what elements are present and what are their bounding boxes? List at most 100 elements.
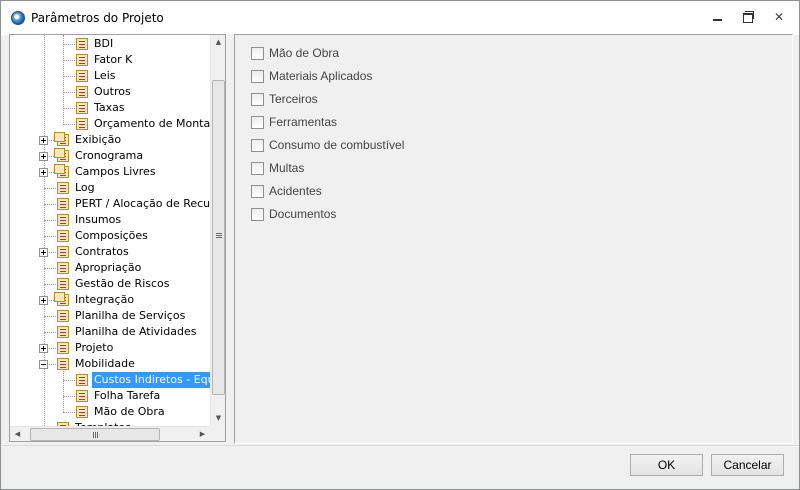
option-row[interactable]: Acidentes <box>251 184 322 200</box>
tree-item[interactable]: Orçamento de Montagem <box>10 116 210 132</box>
option-checkbox[interactable] <box>251 115 264 129</box>
tree-item-label: Fator K <box>94 53 133 66</box>
tree-item-label: Contratos <box>75 245 129 258</box>
option-row[interactable]: Documentos <box>251 207 336 223</box>
option-label: Multas <box>269 161 305 175</box>
tree-vertical-thumb[interactable] <box>212 80 225 395</box>
tree-item[interactable]: Leis <box>10 68 210 84</box>
tree-item-label: Apropriação <box>75 261 142 274</box>
tree-item-label: Taxas <box>94 101 125 114</box>
tree-item-label: Planilha de Serviços <box>75 309 186 322</box>
expand-icon[interactable] <box>39 248 48 257</box>
tree-item[interactable]: Taxas <box>10 100 210 116</box>
expand-icon[interactable] <box>39 168 48 177</box>
cancel-button[interactable]: Cancelar <box>711 454 784 476</box>
collapse-icon[interactable] <box>39 360 48 369</box>
tree-item[interactable]: Projeto <box>10 340 210 356</box>
document-icon <box>76 374 88 386</box>
tree-item[interactable]: Apropriação <box>10 260 210 276</box>
tree-item-label: Outros <box>94 85 131 98</box>
option-row[interactable]: Mão de Obra <box>251 46 339 62</box>
option-checkbox[interactable] <box>251 161 264 175</box>
document-icon <box>76 86 88 98</box>
expand-icon[interactable] <box>39 152 48 161</box>
tree-item-label: Custos Indiretos - Equipamentos <box>92 372 210 388</box>
document-icon <box>57 198 69 210</box>
maximize-icon[interactable] <box>738 9 758 25</box>
option-row[interactable]: Ferramentas <box>251 115 337 131</box>
tree-item-label: Integração <box>75 293 135 306</box>
scroll-up-icon[interactable]: ▲ <box>211 35 225 50</box>
document-icon <box>57 358 69 370</box>
close-icon[interactable]: ✕ <box>769 9 789 25</box>
option-checkbox[interactable] <box>251 69 264 83</box>
tree-item-label: Planilha de Atividades <box>75 325 197 338</box>
folder-icon <box>54 148 69 162</box>
tree-item[interactable]: Integração <box>10 292 210 308</box>
app-icon <box>11 11 25 25</box>
tree-item[interactable]: PERT / Alocação de Recursos <box>10 196 210 212</box>
tree-item[interactable]: Cronograma <box>10 148 210 164</box>
tree-item[interactable]: Log <box>10 180 210 196</box>
option-label: Materiais Aplicados <box>269 69 373 83</box>
tree-item[interactable]: Mão de Obra <box>10 404 210 420</box>
tree-horizontal-scrollbar[interactable]: ◀ ▶ <box>10 426 210 441</box>
tree-item-label: Leis <box>94 69 116 82</box>
footer-divider <box>2 445 799 446</box>
options-panel: Mão de Obra Materiais Aplicados Terceiros F… <box>234 34 793 444</box>
expand-icon[interactable] <box>39 296 48 305</box>
tree-item[interactable]: Custos Indiretos - Equipamentos <box>10 372 210 388</box>
expand-icon[interactable] <box>39 136 48 145</box>
tree-item-label: PERT / Alocação de Recursos <box>75 197 210 210</box>
tree-item[interactable]: Exibição <box>10 132 210 148</box>
option-checkbox[interactable] <box>251 184 264 198</box>
folder-icon <box>54 292 69 306</box>
document-icon <box>57 182 69 194</box>
folder-icon <box>54 164 69 178</box>
tree-item[interactable]: Insumos <box>10 212 210 228</box>
tree-item-label: Mão de Obra <box>94 405 165 418</box>
tree-item[interactable]: Planilha de Serviços <box>10 308 210 324</box>
tree-item[interactable]: Folha Tarefa <box>10 388 210 404</box>
document-icon <box>76 406 88 418</box>
folder-icon <box>54 132 69 146</box>
scroll-down-icon[interactable]: ▼ <box>211 411 225 426</box>
option-row[interactable]: Consumo de combustível <box>251 138 404 154</box>
scroll-right-icon[interactable]: ▶ <box>195 427 210 441</box>
tree-item[interactable]: Composições <box>10 228 210 244</box>
title-bar: Parâmetros do Projeto ✕ <box>1 1 799 35</box>
tree-horizontal-thumb[interactable] <box>30 428 160 441</box>
option-label: Mão de Obra <box>269 46 340 60</box>
document-icon <box>76 390 88 402</box>
tree-item-label: Cronograma <box>75 149 144 162</box>
expand-icon[interactable] <box>39 344 48 353</box>
scroll-left-icon[interactable]: ◀ <box>10 427 25 441</box>
option-checkbox[interactable] <box>251 92 264 106</box>
option-row[interactable]: Materiais Aplicados <box>251 69 372 85</box>
document-icon <box>76 70 88 82</box>
tree-item[interactable]: Mobilidade <box>10 356 210 372</box>
ok-button[interactable]: OK <box>630 454 703 476</box>
tree-item[interactable]: Gestão de Riscos <box>10 276 210 292</box>
tree-item[interactable]: Outros <box>10 84 210 100</box>
tree-vertical-scrollbar[interactable]: ▲ ▼ <box>210 35 225 426</box>
tree-item[interactable]: Contratos <box>10 244 210 260</box>
option-checkbox[interactable] <box>251 46 264 60</box>
tree-item-label: Gestão de Riscos <box>75 277 170 290</box>
tree-item-label: BDI <box>94 37 114 50</box>
option-row[interactable]: Multas <box>251 161 304 177</box>
tree-item[interactable]: Campos Livres <box>10 164 210 180</box>
settings-tree[interactable]: BDI Fator K Leis Outros Taxas Orçamento de Mo… <box>9 34 226 442</box>
tree-item-label: Insumos <box>75 213 122 226</box>
tree-item[interactable]: Fator K <box>10 52 210 68</box>
minimize-icon[interactable] <box>708 9 728 25</box>
option-checkbox[interactable] <box>251 207 264 221</box>
option-row[interactable]: Terceiros <box>251 92 318 108</box>
document-icon <box>57 342 69 354</box>
document-icon <box>57 262 69 274</box>
tree-item-label: Campos Livres <box>75 165 156 178</box>
tree-item[interactable]: Planilha de Atividades <box>10 324 210 340</box>
option-checkbox[interactable] <box>251 138 264 152</box>
panel-splitter[interactable] <box>230 34 233 444</box>
tree-item[interactable]: BDI <box>10 36 210 52</box>
